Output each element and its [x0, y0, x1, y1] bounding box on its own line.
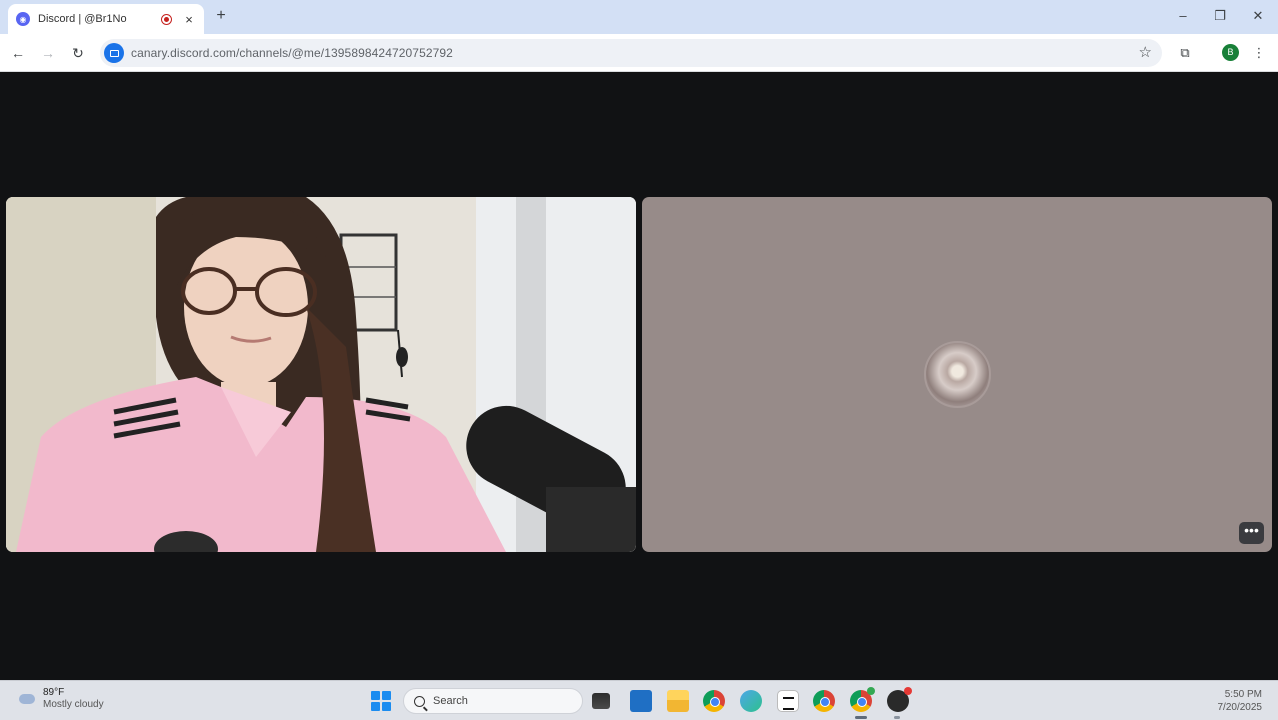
more-options-button[interactable]: ••• — [1239, 522, 1264, 544]
browser-toolbar: ← → ↻ canary.discord.com/channels/@me/13… — [0, 34, 1278, 72]
profile-avatar[interactable]: B — [1222, 44, 1239, 61]
taskbar-search[interactable]: Search — [403, 688, 583, 714]
address-bar[interactable]: canary.discord.com/channels/@me/13958984… — [100, 39, 1162, 67]
participant-avatar-tile[interactable]: ••• — [642, 197, 1272, 552]
webcam-video — [6, 197, 636, 552]
participant-video-tile[interactable] — [6, 197, 636, 552]
discord-icon: ◉ — [16, 12, 30, 26]
cast-icon[interactable]: ⧉ — [1174, 42, 1196, 64]
weather-description: Mostly cloudy — [43, 699, 104, 710]
browser-menu-icon[interactable]: ⋮ — [1248, 42, 1270, 64]
chrome-icon[interactable] — [813, 690, 835, 712]
back-button[interactable]: ← — [7, 42, 29, 64]
weather-temperature: 89°F — [43, 687, 65, 698]
file-explorer-icon[interactable] — [667, 690, 689, 712]
window-close-button[interactable]: ✕ — [1246, 6, 1270, 26]
active-app-indicator — [855, 716, 867, 719]
recording-icon — [161, 13, 172, 25]
call-stage: ••• — [0, 73, 1278, 680]
edge-icon[interactable] — [740, 690, 762, 712]
tab-close-button[interactable]: × — [182, 12, 196, 27]
system-clock[interactable]: 5:50 PM 7/20/2025 — [1218, 688, 1263, 714]
minimize-button[interactable]: – — [1171, 6, 1195, 26]
obs-icon[interactable] — [887, 687, 912, 712]
chrome-profile-icon[interactable] — [850, 687, 875, 712]
reload-button[interactable]: ↻ — [67, 42, 89, 64]
chrome-canary-icon[interactable] — [703, 690, 725, 712]
running-app-indicator — [894, 716, 900, 719]
browser-tab-discord[interactable]: ◉ Discord | @Br1No × — [8, 4, 204, 34]
search-label: Search — [433, 695, 468, 707]
windows-start-icon[interactable] — [371, 691, 391, 711]
windows-taskbar: 89°F Mostly cloudy Search 5:50 PM 7/20/2… — [0, 680, 1278, 720]
capcut-icon[interactable] — [777, 690, 799, 712]
microsoft-store-icon[interactable] — [630, 690, 652, 712]
forward-button[interactable]: → — [37, 42, 59, 64]
camera-icon[interactable] — [104, 43, 124, 63]
tab-title: Discord | @Br1No — [38, 13, 127, 25]
clock-date: 7/20/2025 — [1217, 702, 1263, 713]
browser-tab-strip: ◉ Discord | @Br1No × + – ❐ ✕ — [0, 0, 1278, 34]
cloud-icon — [16, 692, 38, 706]
url-text[interactable]: canary.discord.com/channels/@me/13958984… — [131, 46, 453, 60]
recording-badge — [904, 687, 912, 695]
bookmark-star-icon[interactable]: ☆ — [1139, 43, 1152, 61]
maximize-button[interactable]: ❐ — [1208, 6, 1232, 26]
task-view-icon[interactable] — [592, 693, 610, 709]
new-tab-button[interactable]: + — [212, 6, 230, 26]
weather-widget[interactable]: 89°F Mostly cloudy — [16, 687, 104, 711]
participant-avatar[interactable] — [924, 341, 991, 408]
search-icon — [414, 695, 425, 707]
clock-time: 5:50 PM — [1224, 689, 1262, 700]
